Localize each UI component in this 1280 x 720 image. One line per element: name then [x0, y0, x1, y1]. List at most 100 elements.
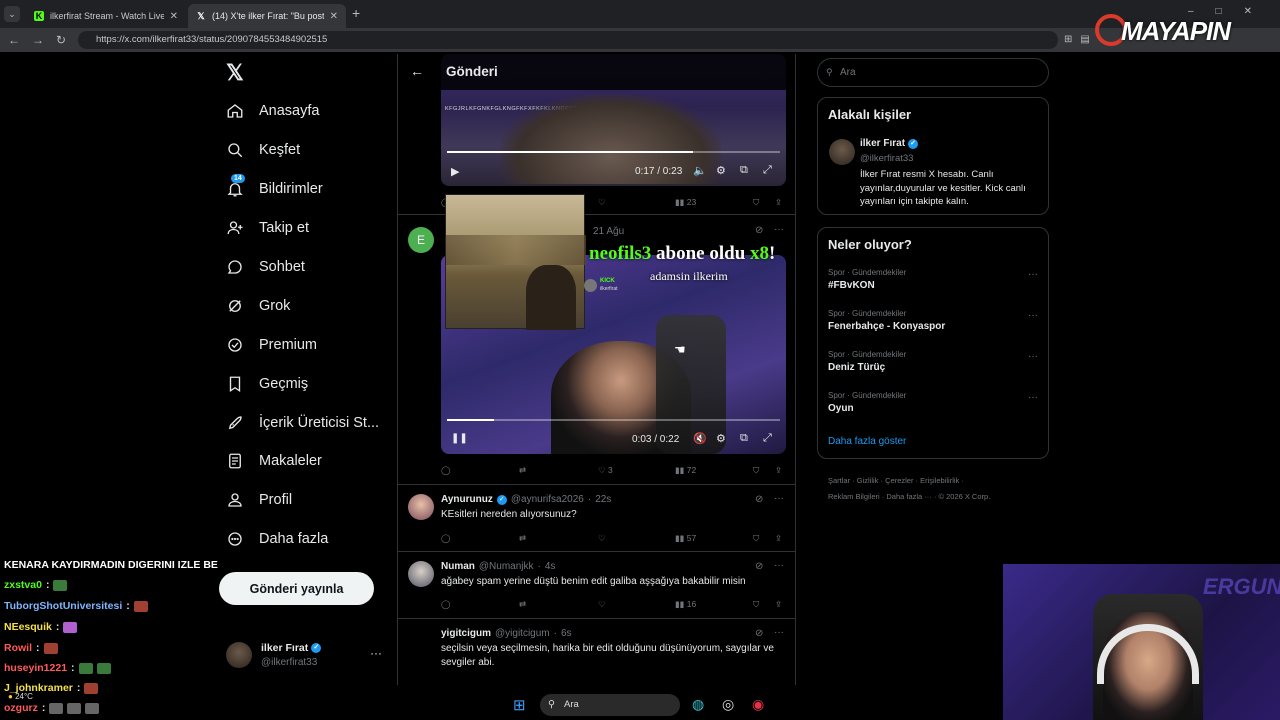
- more-icon[interactable]: ···: [1028, 269, 1038, 280]
- reply-post[interactable]: Aynurunuz ✓ @aynurifsa2026 · 22s ⊘ ··· K…: [398, 486, 795, 552]
- settings-icon[interactable]: ⚙: [716, 164, 726, 177]
- views-icon[interactable]: ▮▮ 16: [675, 599, 696, 610]
- browser-tab-kick[interactable]: K ilkerfirat Stream - Watch Live on K ✕: [26, 4, 186, 28]
- nav-item-chat[interactable]: Sohbet: [225, 249, 305, 285]
- volume-icon[interactable]: 🔈: [693, 164, 707, 177]
- more-icon[interactable]: ···: [774, 627, 784, 638]
- nav-item-articles[interactable]: Makaleler: [225, 443, 322, 479]
- account-switcher[interactable]: ilker Fırat ✓ @ilkerfirat33 ···: [226, 640, 386, 674]
- taskbar-search[interactable]: ⚲ Ara: [540, 694, 680, 716]
- footer-link[interactable]: Reklam Bilgileri: [828, 492, 880, 501]
- more-icon[interactable]: ···: [1028, 351, 1038, 362]
- pause-icon[interactable]: ❚❚: [451, 433, 468, 444]
- reply-handle[interactable]: @aynurifsa2026: [511, 494, 584, 505]
- video-progress-bar[interactable]: [447, 151, 780, 153]
- footer-link[interactable]: Erişilebilirlik: [920, 476, 959, 485]
- pip-icon[interactable]: ⧉: [740, 432, 748, 445]
- trend-meta: Spor · Gündemdekiler: [828, 268, 907, 277]
- views-icon[interactable]: ▮▮ 23: [675, 197, 696, 208]
- more-icon[interactable]: ···: [774, 560, 784, 571]
- related-name[interactable]: ilker Fırat: [860, 138, 905, 149]
- play-icon[interactable]: ▶: [451, 165, 459, 178]
- reply-post[interactable]: yigitcigum @yigitcigum · 6s ⊘ ··· seçils…: [398, 620, 795, 685]
- more-icon[interactable]: ···: [1028, 310, 1038, 321]
- repost-icon[interactable]: ⇄: [519, 465, 526, 476]
- more-icon[interactable]: ···: [774, 224, 784, 235]
- post-button[interactable]: Gönderi yayınla: [219, 572, 374, 605]
- pip-icon[interactable]: ⧉: [740, 164, 748, 177]
- obs-icon[interactable]: ◉: [752, 696, 764, 713]
- bookmark-icon[interactable]: ⛉: [753, 599, 759, 610]
- reply-icon[interactable]: ◯: [441, 599, 451, 610]
- reply-handle[interactable]: @Numanjkk: [479, 561, 534, 572]
- repost-icon[interactable]: ⇄: [519, 599, 526, 610]
- bookmark-icon[interactable]: ⛉: [753, 533, 759, 544]
- nav-item-follow[interactable]: Takip et: [225, 210, 309, 246]
- windows-start-icon[interactable]: ⊞: [513, 696, 526, 714]
- footer-link[interactable]: Gizlilik: [857, 476, 879, 485]
- share-icon[interactable]: ⇪: [775, 599, 782, 610]
- reply-author-name[interactable]: yigitcigum: [441, 628, 491, 639]
- edge-icon[interactable]: ◍: [692, 696, 704, 713]
- like-icon[interactable]: ♡ 3: [598, 465, 613, 476]
- video-progress-bar[interactable]: [447, 419, 780, 421]
- weather-widget[interactable]: ● 24°C: [8, 692, 33, 701]
- like-icon[interactable]: ♡: [598, 599, 606, 610]
- nav-item-grok[interactable]: Grok: [225, 288, 290, 324]
- close-icon[interactable]: ✕: [330, 11, 338, 22]
- grok-icon[interactable]: ⊘: [755, 494, 763, 505]
- bookmark-icon[interactable]: ⛉: [753, 197, 759, 208]
- settings-icon[interactable]: ⚙: [716, 432, 726, 445]
- nav-item-explore[interactable]: Keşfet: [225, 132, 300, 168]
- footer-link[interactable]: Şartlar: [828, 476, 850, 485]
- search-input[interactable]: ⚲ Ara: [817, 58, 1049, 87]
- views-icon[interactable]: ▮▮ 72: [675, 465, 696, 476]
- reply-handle[interactable]: @yigitcigum: [495, 628, 550, 639]
- new-tab-button[interactable]: +: [352, 5, 360, 21]
- fullscreen-icon[interactable]: ⤢: [763, 432, 772, 445]
- like-icon[interactable]: ♡: [598, 197, 606, 208]
- more-icon[interactable]: ···: [1028, 392, 1038, 403]
- grok-icon[interactable]: ⊘: [755, 225, 763, 236]
- reload-icon[interactable]: ↻: [56, 33, 66, 47]
- repost-icon[interactable]: ⇄: [519, 533, 526, 544]
- nav-item-profile[interactable]: Profil: [225, 482, 292, 518]
- fullscreen-icon[interactable]: ⤢: [763, 164, 772, 177]
- nav-item-creator-studio[interactable]: İçerik Üreticisi St...: [225, 405, 379, 441]
- share-icon[interactable]: ⇪: [775, 533, 782, 544]
- more-icon[interactable]: ···: [774, 493, 784, 504]
- nav-item-home[interactable]: Anasayfa: [225, 93, 319, 129]
- browser-tab-x[interactable]: 𝕏 (14) X'te ilker Fırat: "Bu postun altı…: [188, 4, 346, 28]
- reply-author-name[interactable]: Aynurunuz: [441, 494, 493, 505]
- avatar[interactable]: [829, 139, 855, 165]
- reply-post[interactable]: Numan @Numanjkk · 4s ⊘ ··· ağabey spam y…: [398, 553, 795, 619]
- reply-text: seçilsin veya seçilmesin, harika bir edi…: [441, 643, 774, 668]
- show-more-link[interactable]: Daha fazla göster: [828, 436, 906, 447]
- more-icon[interactable]: ···: [370, 646, 382, 660]
- reply-icon[interactable]: ◯: [441, 465, 451, 476]
- close-icon[interactable]: ✕: [170, 11, 178, 22]
- reply-author-name[interactable]: Numan: [441, 561, 475, 572]
- x-logo-icon[interactable]: 𝕏: [226, 60, 244, 86]
- views-icon[interactable]: ▮▮ 57: [675, 533, 696, 544]
- like-icon[interactable]: ♡: [598, 533, 606, 544]
- nav-item-premium[interactable]: Premium: [225, 327, 317, 363]
- nav-item-notifications[interactable]: 14 Bildirimler: [225, 171, 323, 207]
- forward-icon[interactable]: →: [32, 33, 44, 47]
- grok-icon[interactable]: ⊘: [755, 561, 763, 572]
- url-field[interactable]: https://x.com/ilkerfirat33/status/209078…: [78, 31, 1058, 49]
- mute-icon[interactable]: 🔇: [693, 432, 707, 445]
- share-icon[interactable]: ⇪: [775, 465, 782, 476]
- back-icon[interactable]: ←: [8, 33, 20, 47]
- footer-link[interactable]: Çerezler: [885, 476, 913, 485]
- nav-item-bookmarks[interactable]: Geçmiş: [225, 366, 308, 402]
- reply-icon[interactable]: ◯: [441, 533, 451, 544]
- grok-icon[interactable]: ⊘: [755, 628, 763, 639]
- bookmark-icon[interactable]: ⛉: [753, 465, 759, 476]
- footer-link[interactable]: Daha fazla ···: [886, 492, 931, 501]
- nav-item-more[interactable]: Daha fazla: [225, 521, 328, 557]
- share-icon[interactable]: ⇪: [775, 197, 782, 208]
- chrome-icon[interactable]: ◎: [722, 696, 734, 713]
- tab-list-button[interactable]: ⌄: [4, 6, 20, 22]
- back-arrow-icon[interactable]: ←: [410, 63, 424, 79]
